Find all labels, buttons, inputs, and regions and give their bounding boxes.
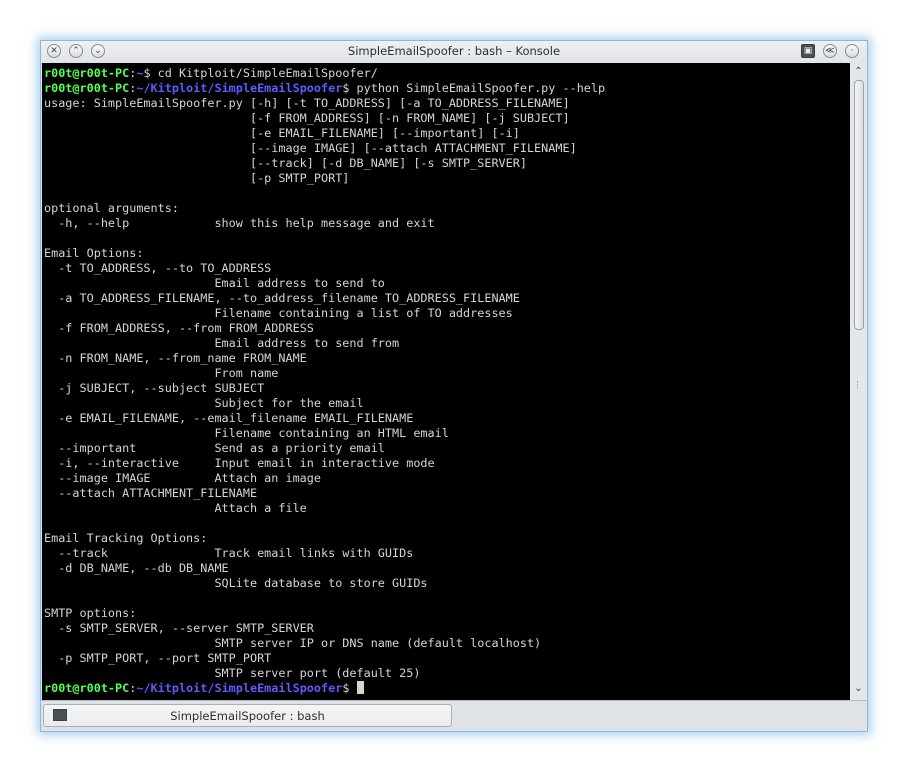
- output-line: -f FROM_ADDRESS, --from FROM_ADDRESS: [44, 321, 314, 335]
- title-bar[interactable]: ✕ ⌃ ⌄ SimpleEmailSpoofer : bash – Konsol…: [41, 41, 867, 63]
- scroll-up-icon[interactable]: ⌃: [850, 65, 867, 79]
- command-text: $ cd Kitploit/SimpleEmailSpoofer/: [143, 66, 378, 80]
- output-line: SMTP server IP or DNS name (default loca…: [44, 636, 542, 650]
- output-line: -n FROM_NAME, --from_name FROM_NAME: [44, 351, 307, 365]
- output-line: --attach ATTACHMENT_FILENAME: [44, 486, 258, 500]
- output-line: -a TO_ADDRESS_FILENAME, --to_address_fil…: [44, 291, 520, 305]
- prompt-user-host: r00t@r00t-PC: [44, 66, 130, 80]
- tab-bar: SimpleEmailSpoofer : bash: [41, 700, 867, 731]
- output-line: -p SMTP_PORT, --port SMTP_PORT: [44, 651, 272, 665]
- output-line: SMTP options:: [44, 606, 137, 620]
- vertical-scrollbar[interactable]: ⌃ ⌄: [850, 63, 867, 700]
- output-line: -h, --help show this help message and ex…: [44, 216, 435, 230]
- output-line: -e EMAIL_FILENAME, --email_filename EMAI…: [44, 411, 414, 425]
- window-menu-icon[interactable]: ▣: [801, 44, 815, 58]
- command-text: $ python SimpleEmailSpoofer.py --help: [342, 81, 606, 95]
- output-line: Email Options:: [44, 246, 144, 260]
- command-line: r00t@r00t-PC:~$ cd Kitploit/SimpleEmailS…: [44, 66, 850, 81]
- prompt-line: r00t@r00t-PC:~/Kitploit/SimpleEmailSpoof…: [44, 681, 850, 696]
- output-line: Filename containing a list of TO address…: [44, 306, 513, 320]
- output-line: -i, --interactive Input email in interac…: [44, 456, 435, 470]
- terminal-view[interactable]: r00t@r00t-PC:~$ cd Kitploit/SimpleEmailS…: [42, 63, 850, 700]
- konsole-window: ✕ ⌃ ⌄ SimpleEmailSpoofer : bash – Konsol…: [40, 40, 868, 732]
- output-line: usage: SimpleEmailSpoofer.py [-h] [-t TO…: [44, 96, 570, 110]
- output-line: --important Send as a priority email: [44, 441, 385, 455]
- scrollbar-grip: [857, 381, 861, 389]
- prompt-path: ~/Kitploit/SimpleEmailSpoofer: [136, 81, 343, 95]
- output-line: [--track] [-d DB_NAME] [-s SMTP_SERVER]: [44, 156, 527, 170]
- tab-label: SimpleEmailSpoofer : bash: [170, 709, 325, 723]
- output-line: -j SUBJECT, --subject SUBJECT: [44, 381, 265, 395]
- output-line: [-e EMAIL_FILENAME] [--important] [-i]: [44, 126, 520, 140]
- output-line: Attach a file: [44, 501, 307, 515]
- text-cursor: [356, 681, 364, 694]
- output-line: -t TO_ADDRESS, --to TO_ADDRESS: [44, 261, 272, 275]
- scrollbar-thumb[interactable]: [854, 80, 864, 330]
- terminal-text: r00t@r00t-PC:~$ cd Kitploit/SimpleEmailS…: [42, 63, 850, 696]
- output-line: Email address to send to: [44, 276, 385, 290]
- shade-icon[interactable]: ·: [845, 44, 859, 58]
- output-line: Email address to send from: [44, 336, 400, 350]
- output-line: [--image IMAGE] [--attach ATTACHMENT_FIL…: [44, 141, 577, 155]
- output-line: -s SMTP_SERVER, --server SMTP_SERVER: [44, 621, 314, 635]
- scroll-down-icon[interactable]: ⌄: [850, 682, 867, 696]
- output-line: SQLite database to store GUIDs: [44, 576, 428, 590]
- output-line: Filename containing an HTML email: [44, 426, 449, 440]
- output-line: [-p SMTP_PORT]: [44, 171, 350, 185]
- prompt-user-host: r00t@r00t-PC: [44, 681, 130, 695]
- output-line: optional arguments:: [44, 201, 179, 215]
- output-line: Subject for the email: [44, 396, 364, 410]
- output-line: --image IMAGE Attach an image: [44, 471, 321, 485]
- keep-above-icon[interactable]: ≪: [823, 44, 837, 58]
- output-line: SMTP server port (default 25): [44, 666, 421, 680]
- command-text: $: [342, 681, 357, 695]
- command-line: r00t@r00t-PC:~/Kitploit/SimpleEmailSpoof…: [44, 81, 850, 96]
- prompt-user-host: r00t@r00t-PC: [44, 81, 130, 95]
- output-line: -d DB_NAME, --db DB_NAME: [44, 561, 229, 575]
- window-title: SimpleEmailSpoofer : bash – Konsole: [347, 44, 561, 58]
- output-line: From name: [44, 366, 279, 380]
- prompt-path: ~/Kitploit/SimpleEmailSpoofer: [136, 681, 343, 695]
- output-line: --track Track email links with GUIDs: [44, 546, 414, 560]
- output-line: Email Tracking Options:: [44, 531, 208, 545]
- output-line: [-f FROM_ADDRESS] [-n FROM_NAME] [-j SUB…: [44, 111, 570, 125]
- tab-bash[interactable]: SimpleEmailSpoofer : bash: [43, 704, 452, 727]
